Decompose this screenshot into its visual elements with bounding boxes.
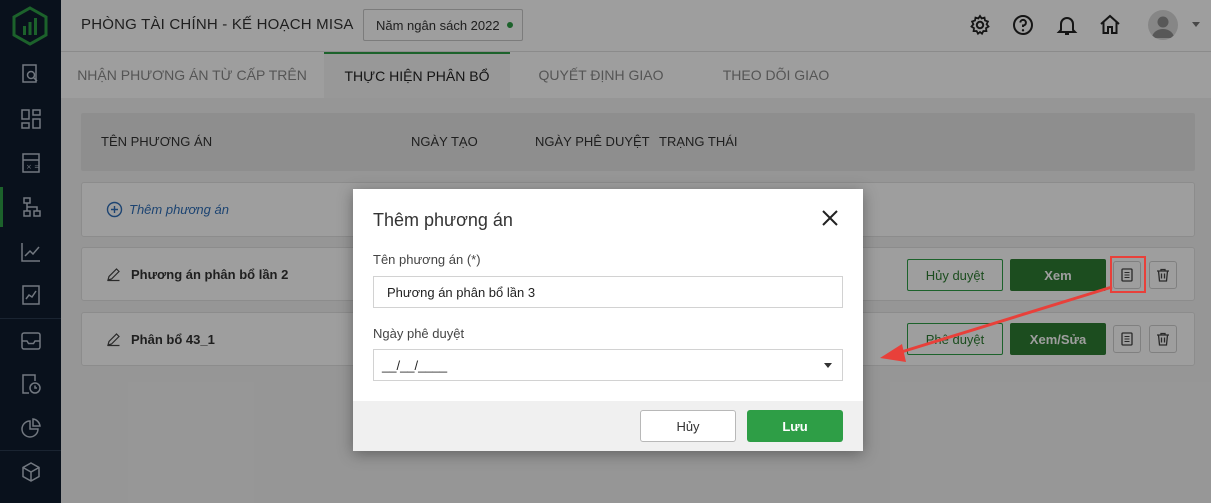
- dialog-title: Thêm phương án: [373, 210, 513, 230]
- close-icon[interactable]: [819, 207, 841, 229]
- approval-date-label: Ngày phê duyệt: [373, 326, 465, 341]
- plan-name-input[interactable]: Phương án phân bổ lần 3: [373, 276, 843, 308]
- save-button[interactable]: Lưu: [747, 410, 843, 442]
- dialog-footer: Hủy Lưu: [353, 401, 863, 451]
- plan-name-input-value: Phương án phân bổ lần 3: [387, 284, 536, 300]
- approval-date-picker[interactable]: __/__/____: [373, 349, 843, 381]
- add-plan-dialog: Thêm phương án Tên phương án (*) Phương …: [353, 189, 863, 451]
- chevron-down-icon[interactable]: [824, 363, 832, 368]
- annotation-highlight-box: [1110, 256, 1146, 293]
- plan-name-label: Tên phương án (*): [373, 252, 481, 267]
- approval-date-value: __/__/____: [382, 357, 448, 373]
- cancel-button[interactable]: Hủy: [640, 410, 736, 442]
